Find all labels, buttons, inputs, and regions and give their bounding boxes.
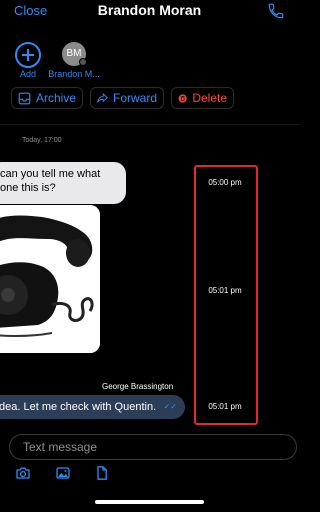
contact-chip[interactable]: BM Brandon M...: [46, 42, 102, 79]
participants-row: Add BM Brandon M...: [0, 42, 299, 82]
forward-button[interactable]: Forward: [90, 87, 164, 109]
message-time: 05:01 pm: [208, 402, 242, 411]
trash-icon: [178, 93, 187, 103]
outgoing-message-bubble[interactable]: dea. Let me check with Quentin. ✓✓: [0, 395, 185, 419]
home-indicator: [95, 500, 204, 504]
message-composer: [9, 434, 297, 460]
telephone-image: [0, 205, 100, 353]
sender-name: George Brassington: [102, 382, 174, 391]
top-bar: Close Brandon Moran: [0, 0, 299, 22]
page-title: Brandon Moran: [97, 2, 202, 18]
image-message[interactable]: [0, 205, 100, 353]
action-bar: Archive Forward Delete: [0, 87, 299, 111]
message-text-line: one this is?: [0, 182, 56, 194]
phone-icon[interactable]: [267, 2, 285, 20]
image-icon[interactable]: [55, 465, 71, 481]
highlight-box: [194, 165, 258, 425]
add-participant-button[interactable]: Add: [14, 42, 42, 79]
message-input[interactable]: [10, 435, 296, 459]
delete-button[interactable]: Delete: [171, 87, 234, 109]
contact-name: Brandon M...: [48, 69, 100, 79]
date-separator: Today, 17:00: [22, 137, 62, 144]
archive-label: Archive: [35, 91, 76, 105]
archive-icon: [18, 92, 31, 104]
avatar-initials: BM: [66, 48, 82, 59]
composer-toolbar: [0, 465, 299, 481]
incoming-message-bubble[interactable]: can you tell me what one this is?: [0, 162, 126, 204]
message-text: dea. Let me check with Quentin.: [0, 401, 157, 413]
plus-icon: [15, 42, 41, 68]
add-label: Add: [19, 69, 36, 79]
message-text-line: can you tell me what: [0, 168, 101, 180]
document-icon[interactable]: [94, 465, 110, 481]
forward-label: Forward: [112, 91, 157, 105]
status-dot: [79, 58, 87, 66]
camera-icon[interactable]: [15, 465, 31, 481]
message-time: 05:00 pm: [208, 178, 242, 187]
message-time: 05:01 pm: [208, 286, 242, 295]
read-receipt-icon: ✓✓: [163, 402, 177, 411]
divider: [0, 124, 299, 125]
delete-label: Delete: [192, 91, 227, 105]
avatar: BM: [62, 42, 87, 66]
forward-icon: [97, 93, 108, 103]
archive-button[interactable]: Archive: [11, 87, 83, 109]
